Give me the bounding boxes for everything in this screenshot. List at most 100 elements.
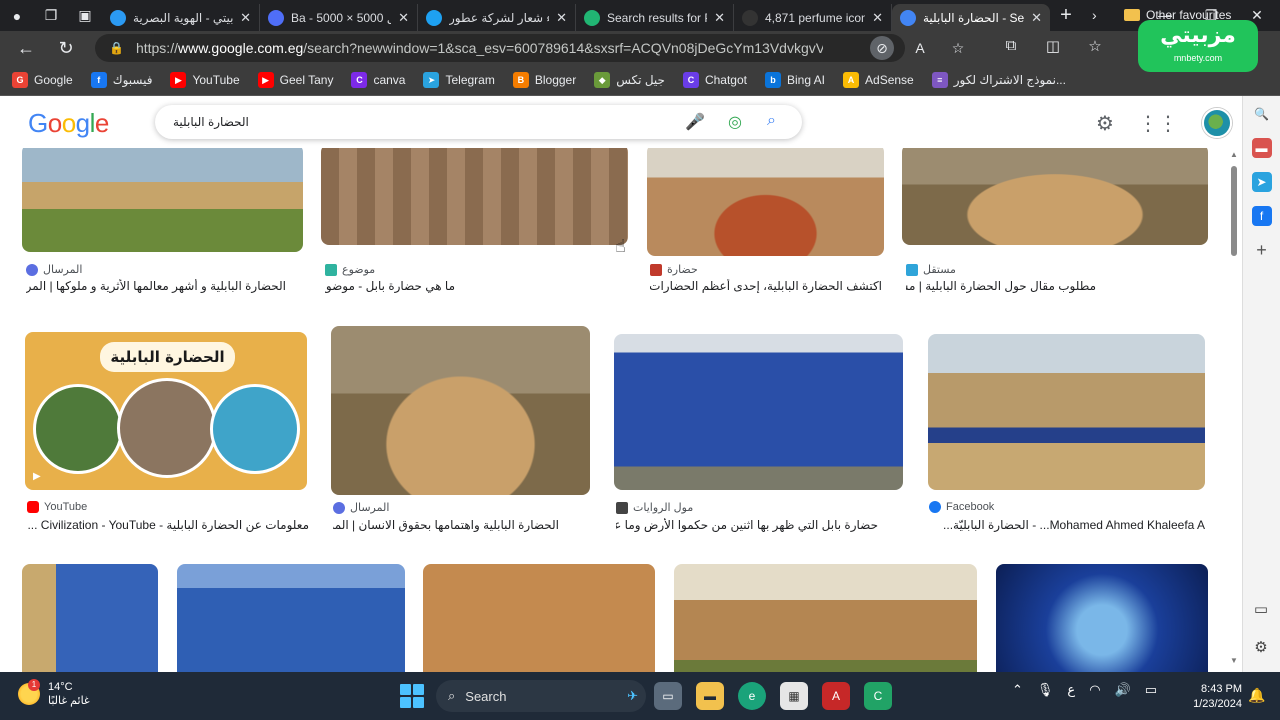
workspaces-icon[interactable]: ❐ <box>34 0 68 31</box>
search-query[interactable]: الحضارة البابلية <box>173 115 249 129</box>
search-icon[interactable]: ⌕ <box>767 112 776 130</box>
split-screen-icon[interactable]: ◫ <box>1042 37 1064 55</box>
bookmark-item[interactable]: ➤ Telegram <box>423 72 495 88</box>
reload-icon[interactable]: ↻ <box>46 38 86 59</box>
tab-close-icon[interactable]: ✕ <box>872 10 883 26</box>
result-caption[interactable]: مطلوب مقال حول الحضارة البابلية | مستقل <box>906 279 1096 293</box>
result-caption[interactable]: الحضارة البابلية و أشهر معالمها الأثرية … <box>26 279 286 293</box>
result-caption[interactable]: ما هي حضارة بابل - موضوع <box>325 279 455 293</box>
bookmarks-overflow-icon[interactable]: › <box>1092 7 1097 23</box>
volume-icon[interactable]: 🔊 <box>1115 682 1131 698</box>
camtasia-icon[interactable]: C <box>864 682 892 710</box>
tab-close-icon[interactable]: ✕ <box>240 10 251 26</box>
result-source[interactable]: موضوع <box>325 263 375 276</box>
read-aloud-icon[interactable]: A <box>908 36 932 60</box>
sidebar-telegram-icon[interactable]: ➤ <box>1251 172 1272 192</box>
bookmark-item[interactable]: b Bing AI <box>764 72 825 88</box>
result-image[interactable] <box>22 148 303 252</box>
result-image[interactable] <box>674 564 977 672</box>
result-source[interactable]: Facebook <box>929 501 994 513</box>
result-caption[interactable]: الحضارة البابلية واهتمامها بحقوق الانسان… <box>333 518 559 532</box>
lens-search-icon[interactable]: ◎ <box>728 112 742 132</box>
edge-browser-icon[interactable]: e <box>738 682 766 710</box>
sidebar-add-icon[interactable]: + <box>1252 240 1272 260</box>
tab-close-icon[interactable]: ✕ <box>1031 10 1042 26</box>
result-caption[interactable]: معلومات عن الحضارة البابلية - Civilizati… <box>27 518 309 532</box>
browser-tab[interactable]: إنشاء شعار لشركة عطور ✕ <box>418 4 576 31</box>
sidebar-settings-icon[interactable]: ⚙ <box>1254 638 1267 656</box>
sidebar-facebook-icon[interactable]: f <box>1251 206 1272 226</box>
extensions-icon[interactable]: ⧉ <box>1000 37 1022 55</box>
bookmark-item[interactable]: ◆ جيل تكس <box>594 72 665 88</box>
result-caption[interactable]: حضارة بابل التي ظهر بها اثنين من حكموا ا… <box>616 518 878 532</box>
account-avatar[interactable] <box>1201 108 1232 138</box>
task-view-icon[interactable]: ▭ <box>654 682 682 710</box>
browser-tab[interactable]: Ba - 5000 × 5000 ل ✕ <box>260 4 418 31</box>
back-icon[interactable]: ← <box>6 38 46 59</box>
scroll-down-arrow-icon[interactable]: ▼ <box>1230 656 1238 665</box>
result-source[interactable]: المرسال <box>26 263 82 276</box>
apps-grid-icon[interactable]: ⋮⋮ <box>1138 111 1178 136</box>
favorites-icon[interactable]: ☆ <box>1084 37 1106 55</box>
bookmark-item[interactable]: Ccanva <box>351 72 405 88</box>
result-image[interactable] <box>902 148 1208 245</box>
result-image[interactable]: الحضارة البابلية ▶ <box>25 332 307 490</box>
tray-overflow-icon[interactable]: ⌃ <box>1012 682 1023 698</box>
result-image[interactable] <box>647 148 884 256</box>
sidebar-layout-icon[interactable]: ▭ <box>1254 600 1268 618</box>
start-button[interactable] <box>400 684 424 708</box>
tab-close-icon[interactable]: ✕ <box>714 10 725 26</box>
voice-search-icon[interactable]: 🎤 <box>685 112 705 132</box>
result-image[interactable] <box>614 334 903 490</box>
notifications-icon[interactable]: 🔔 <box>1248 687 1265 704</box>
result-image[interactable] <box>423 564 655 672</box>
clock[interactable]: 8:43 PM 1/23/2024 <box>1186 682 1242 712</box>
store-icon[interactable]: ▦ <box>780 682 808 710</box>
bookmark-item[interactable]: C Chatgot <box>682 72 747 88</box>
bookmark-item[interactable]: ▶ YouTube <box>170 72 240 88</box>
result-caption[interactable]: اكتشف الحضارة البابلية، إحدى أعظم الحضار… <box>650 279 882 293</box>
search-box[interactable]: الحضارة البابلية 🎤 ◎ ⌕ <box>155 105 802 139</box>
google-logo[interactable]: Google <box>28 108 109 139</box>
wifi-icon[interactable]: ◠ <box>1089 682 1100 698</box>
sidebar-search-icon[interactable]: 🔍 <box>1252 104 1272 124</box>
result-image[interactable] <box>22 564 158 672</box>
pdf-app-icon[interactable]: A <box>822 682 850 710</box>
result-image[interactable] <box>177 564 405 672</box>
result-image[interactable] <box>928 334 1205 490</box>
result-image[interactable] <box>331 326 590 495</box>
bookmark-item[interactable]: ▶ Geel Tany <box>257 72 333 88</box>
settings-gear-icon[interactable]: ⚙ <box>1096 111 1114 136</box>
tracking-prevention-icon[interactable]: ⊘ <box>870 36 894 60</box>
taskbar-search[interactable]: ⌕ Search ✈ <box>436 680 646 712</box>
tab-close-icon[interactable]: ✕ <box>398 10 409 26</box>
browser-tab[interactable]: الحضارة البابلية - Search ✕ <box>892 4 1050 31</box>
browser-tab[interactable]: من بيتي - الهوية البصرية ✕ <box>102 4 260 31</box>
browser-tab[interactable]: 4,871 perfume icon ✕ <box>734 4 892 31</box>
result-source[interactable]: YouTube <box>27 501 87 513</box>
battery-icon[interactable]: ▭ <box>1145 682 1157 698</box>
profile-icon[interactable]: ● <box>0 0 34 31</box>
new-tab-button[interactable]: + <box>1050 4 1082 27</box>
tab-close-icon[interactable]: ✕ <box>556 10 567 26</box>
input-language[interactable]: ع <box>1067 682 1075 698</box>
result-caption[interactable]: Mohamed Ahmed Khaleefa A... - الحضارة ال… <box>929 518 1205 532</box>
result-image[interactable] <box>996 564 1208 672</box>
sidebar-tools-icon[interactable]: ▬ <box>1251 138 1272 158</box>
result-source[interactable]: المرسال <box>333 501 389 514</box>
bookmark-item[interactable]: A AdSense <box>843 72 914 88</box>
browser-tab[interactable]: Search results for Pe ✕ <box>576 4 734 31</box>
weather-widget[interactable]: 1 14°C غائم غالبًا <box>18 679 90 708</box>
result-source[interactable]: مستقل <box>906 263 956 276</box>
lock-icon[interactable]: 🔒 <box>109 41 124 55</box>
bookmark-item[interactable]: ≡ نموذج الاشتراك لكور... <box>931 72 1066 88</box>
address-bar[interactable]: 🔒 https://www.google.com.eg/search?newwi… <box>95 34 905 62</box>
result-image[interactable] <box>321 148 628 245</box>
result-source[interactable]: حضارة <box>650 263 698 276</box>
scroll-thumb[interactable] <box>1231 166 1237 256</box>
tab-actions-icon[interactable]: ▣ <box>68 0 102 31</box>
bookmark-item[interactable]: B Blogger <box>512 72 576 88</box>
bookmark-item[interactable]: f فيسبوك <box>90 72 152 88</box>
bookmark-item[interactable]: G Google <box>12 72 73 88</box>
microphone-icon[interactable]: 🎙 <box>1037 682 1054 698</box>
